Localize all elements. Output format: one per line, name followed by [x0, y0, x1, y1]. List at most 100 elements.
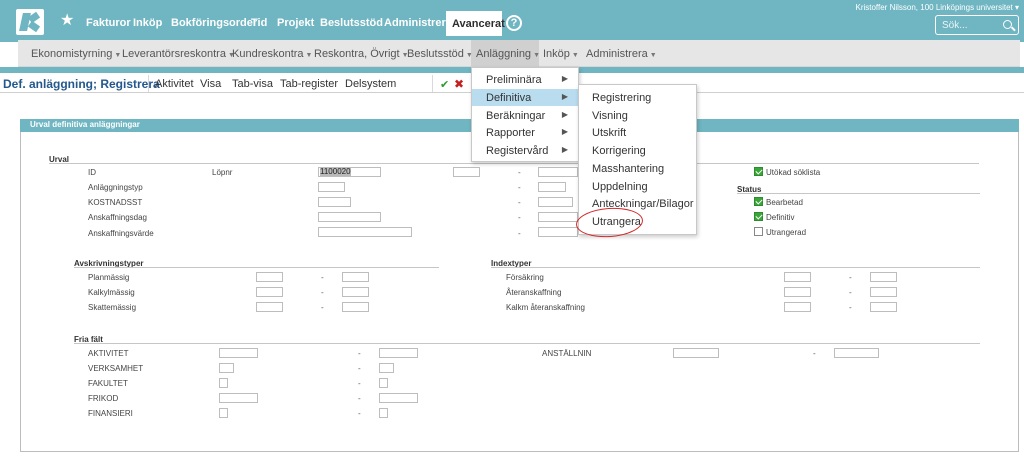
submenu-item-uppdelning[interactable]: Uppdelning: [592, 181, 648, 193]
range-dash: -: [321, 273, 324, 282]
topnav-administrera[interactable]: Administrera: [384, 17, 452, 29]
app-logo[interactable]: [16, 9, 44, 35]
topnav-projekt[interactable]: Projekt: [277, 17, 314, 29]
range-dash: -: [849, 288, 852, 297]
kalkm-ateranskaffning-to-field[interactable]: [870, 302, 897, 312]
kostnadsst-from-field[interactable]: [318, 197, 351, 207]
ateranskaffning-from-field[interactable]: [784, 287, 811, 297]
aktivitet-to-field[interactable]: [379, 348, 418, 358]
topnav-inkop[interactable]: Inköp: [133, 17, 162, 29]
topnav-fakturor[interactable]: Fakturor: [86, 17, 131, 29]
anstallnin-from-field[interactable]: [673, 348, 719, 358]
forsakring-from-field[interactable]: [784, 272, 811, 282]
help-icon[interactable]: ?: [506, 15, 522, 31]
subnav-beslutsstod[interactable]: Beslutsstöd ▼: [407, 48, 473, 60]
anskaffningsvarde-label: Anskaffningsvärde: [88, 229, 154, 238]
search-icon: [1003, 20, 1012, 29]
submenu-item-masshantering[interactable]: Masshantering: [592, 163, 664, 175]
anskaffningsvarde-from-field[interactable]: [318, 227, 412, 237]
fakultet-to-field[interactable]: [379, 378, 388, 388]
anskaffningsdag-to-field[interactable]: [538, 212, 578, 222]
kostnadsst-to-field[interactable]: [538, 197, 573, 207]
subnav-anlaggning-active[interactable]: Anläggning ▼: [476, 48, 540, 60]
subnav-reskontra-ovrigt[interactable]: Reskontra, Övrigt ▼: [314, 48, 409, 60]
anlaggningstyp-to-field[interactable]: [538, 182, 566, 192]
utokad-soklista-checkbox[interactable]: [754, 167, 763, 176]
submenu-item-visning[interactable]: Visning: [592, 110, 628, 122]
topnav-beslutsstod[interactable]: Beslutsstöd: [320, 17, 383, 29]
id-range-end-field[interactable]: [538, 167, 578, 177]
skattemassig-label: Skattemässig: [88, 303, 137, 312]
topnav-tid[interactable]: Tid: [251, 17, 267, 29]
subnav-administrera[interactable]: Administrera ▼: [586, 48, 657, 60]
toolbar-aktivitet[interactable]: Aktivitet: [155, 78, 194, 90]
topnav-avancerat-active[interactable]: Avancerat: [446, 11, 505, 36]
menu-item-definitiva[interactable]: Definitiva ▶: [472, 89, 578, 106]
chevron-down-icon: ▼: [649, 52, 657, 59]
verksamhet-label: VERKSAMHET: [88, 364, 144, 373]
anskaffningsdag-from-field[interactable]: [318, 212, 381, 222]
anskaffningsvarde-to-field[interactable]: [538, 227, 578, 237]
finansieri-to-field[interactable]: [379, 408, 388, 418]
page-title: Def. anläggning; Registrera: [3, 77, 160, 91]
verksamhet-to-field[interactable]: [379, 363, 394, 373]
verksamhet-from-field[interactable]: [219, 363, 234, 373]
toolbar-tab-visa[interactable]: Tab-visa: [232, 78, 273, 90]
planmassig-label: Planmässig: [88, 273, 130, 282]
user-menu[interactable]: Kristoffer Nilsson, 100 Linköpings unive…: [855, 3, 1019, 12]
search-input[interactable]: Sök...: [935, 15, 1019, 35]
frikod-to-field[interactable]: [379, 393, 418, 403]
kalkylmassig-to-field[interactable]: [342, 287, 369, 297]
aktivitet-from-field[interactable]: [219, 348, 258, 358]
range-dash: -: [358, 409, 361, 418]
planmassig-to-field[interactable]: [342, 272, 369, 282]
id-to-field[interactable]: [453, 167, 480, 177]
fakultet-from-field[interactable]: [219, 378, 228, 388]
frikod-from-field[interactable]: [219, 393, 258, 403]
skattemassig-to-field[interactable]: [342, 302, 369, 312]
skattemassig-from-field[interactable]: [256, 302, 283, 312]
chevron-right-icon: ▶: [561, 145, 568, 154]
menu-item-rapporter[interactable]: Rapporter ▶: [472, 124, 578, 141]
toolbar-tab-register[interactable]: Tab-register: [280, 78, 338, 90]
favorites-star-icon[interactable]: ★: [60, 13, 74, 29]
kalkm-ateranskaffning-label: Kalkm återanskaffning: [506, 303, 586, 312]
menu-item-preliminara[interactable]: Preliminära ▶: [472, 71, 578, 88]
range-dash: -: [518, 213, 521, 222]
lopnr-field[interactable]: 1100020: [318, 167, 381, 177]
toolbar-delsystem[interactable]: Delsystem: [345, 78, 396, 90]
status-bearbetad-checkbox[interactable]: [754, 197, 763, 206]
kalkylmassig-from-field[interactable]: [256, 287, 283, 297]
ateranskaffning-label: Återanskaffning: [506, 288, 562, 297]
ateranskaffning-to-field[interactable]: [870, 287, 897, 297]
cancel-x-icon[interactable]: ✖: [454, 77, 464, 91]
status-utrangerad-checkbox[interactable]: [754, 227, 763, 236]
menu-item-berakningar[interactable]: Beräkningar ▶: [472, 107, 578, 124]
range-dash: -: [321, 303, 324, 312]
status-utrangerad-label: Utrangerad: [766, 228, 807, 237]
submenu-item-korrigering[interactable]: Korrigering: [592, 145, 646, 157]
chevron-down-icon: ▼: [305, 52, 313, 59]
forsakring-to-field[interactable]: [870, 272, 897, 282]
topnav-bokforingsorder[interactable]: Bokföringsorder: [171, 17, 257, 29]
subnav-kundreskontra[interactable]: Kundreskontra ▼: [232, 48, 312, 60]
status-definitiv-checkbox[interactable]: [754, 212, 763, 221]
subnav-inkop[interactable]: Inköp ▼: [543, 48, 579, 60]
status-bearbetad-label: Bearbetad: [766, 198, 803, 207]
aktivitet-label: AKTIVITET: [88, 349, 129, 358]
kalkylmassig-label: Kalkylmässig: [88, 288, 135, 297]
subnav-ekonomistyrning[interactable]: Ekonomistyrning ▼: [31, 48, 121, 60]
planmassig-from-field[interactable]: [256, 272, 283, 282]
submenu-item-utskrift[interactable]: Utskrift: [592, 127, 626, 139]
submenu-item-registrering[interactable]: Registrering: [592, 92, 651, 104]
anlaggningstyp-from-field[interactable]: [318, 182, 345, 192]
finansieri-from-field[interactable]: [219, 408, 228, 418]
range-dash: -: [358, 379, 361, 388]
kalkm-ateranskaffning-from-field[interactable]: [784, 302, 811, 312]
menu-item-registervard[interactable]: Registervård ▶: [472, 142, 578, 159]
confirm-check-icon[interactable]: ✔: [440, 78, 449, 91]
status-definitiv-label: Definitiv: [766, 213, 795, 222]
toolbar-visa[interactable]: Visa: [200, 78, 221, 90]
anstallnin-to-field[interactable]: [834, 348, 879, 358]
subnav-leverantorsreskontra[interactable]: Leverantörsreskontra ▼: [122, 48, 235, 60]
